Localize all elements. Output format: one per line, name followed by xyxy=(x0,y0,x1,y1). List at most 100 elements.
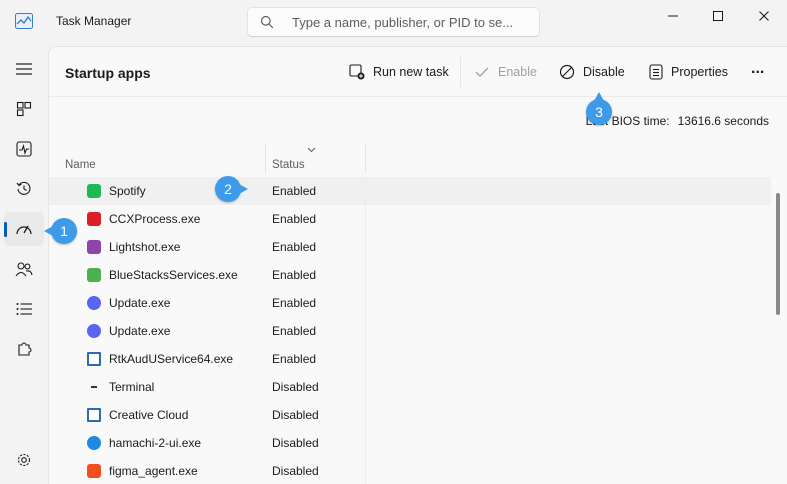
run-new-task-icon xyxy=(349,64,365,80)
services-puzzle-icon xyxy=(18,342,32,356)
nav-services[interactable] xyxy=(4,332,44,366)
properties-button[interactable]: Properties xyxy=(649,59,728,85)
app-name: Update.exe xyxy=(109,324,171,338)
column-header-name[interactable]: Name xyxy=(65,159,96,171)
table-row[interactable]: hamachi-2-ui.exe Disabled xyxy=(49,429,771,457)
nav-details[interactable] xyxy=(4,292,44,326)
more-options-icon: ... xyxy=(751,60,765,77)
row-column-divider xyxy=(365,429,366,457)
minimize-icon xyxy=(668,15,678,17)
search-icon xyxy=(260,15,274,29)
table-row[interactable]: Update.exe Enabled xyxy=(49,289,771,317)
window-title: Task Manager xyxy=(56,14,132,28)
checkmark-icon xyxy=(475,67,489,77)
app-status: Enabled xyxy=(272,324,317,338)
app-name: Update.exe xyxy=(109,296,171,310)
app-status: Enabled xyxy=(272,212,317,226)
users-icon xyxy=(15,262,33,277)
run-new-task-button[interactable]: Run new task xyxy=(349,59,449,85)
column-divider[interactable] xyxy=(265,143,266,173)
performance-icon xyxy=(16,141,32,157)
more-options-button[interactable]: ... xyxy=(751,56,764,82)
spotify-icon xyxy=(87,184,101,198)
app-status: Enabled xyxy=(272,184,317,198)
maximize-icon xyxy=(713,11,723,21)
app-name: figma_agent.exe xyxy=(109,464,198,478)
window-app-icon xyxy=(87,352,101,366)
disable-label: Disable xyxy=(583,65,625,79)
properties-icon xyxy=(649,64,663,80)
enable-button[interactable]: Enable xyxy=(474,59,537,85)
disable-circle-slash-icon xyxy=(559,64,575,80)
app-name: RtkAudUService64.exe xyxy=(109,352,234,366)
disable-button[interactable]: Disable xyxy=(559,59,625,85)
navigation-pane xyxy=(0,46,48,484)
nav-startup-apps[interactable] xyxy=(4,212,44,246)
app-status: Disabled xyxy=(272,464,319,478)
main-content: Startup apps Run new task Enable Disable… xyxy=(48,46,787,484)
app-name: Terminal xyxy=(109,380,155,394)
close-icon xyxy=(759,11,769,21)
table-row[interactable]: figma_agent.exe Disabled xyxy=(49,457,771,484)
nav-processes[interactable] xyxy=(4,92,44,126)
row-column-divider xyxy=(365,205,366,233)
bios-time-value: 13616.6 seconds xyxy=(677,114,769,128)
table-row[interactable]: CCXProcess.exe Enabled xyxy=(49,205,771,233)
app-name: Spotify xyxy=(109,184,146,198)
app-status: Enabled xyxy=(272,296,317,310)
lightshot-feather-icon xyxy=(87,240,101,254)
search-box[interactable] xyxy=(247,7,540,37)
row-column-divider xyxy=(365,289,366,317)
startup-gauge-icon xyxy=(16,225,32,235)
column-header-status[interactable]: Status xyxy=(272,159,305,171)
details-list-icon xyxy=(16,303,32,315)
settings-gear-icon xyxy=(17,453,31,467)
row-column-divider xyxy=(365,345,366,373)
row-column-divider xyxy=(365,401,366,429)
terminal-icon xyxy=(91,380,97,388)
column-divider[interactable] xyxy=(365,143,366,173)
app-status: Disabled xyxy=(272,436,319,450)
enable-label: Enable xyxy=(498,65,537,79)
nav-settings[interactable] xyxy=(4,443,44,477)
maximize-button[interactable] xyxy=(695,0,741,32)
app-name: CCXProcess.exe xyxy=(109,212,201,226)
table-row[interactable]: Terminal Disabled xyxy=(49,373,771,401)
toolbar-separator xyxy=(460,57,461,87)
hamburger-icon xyxy=(16,63,32,75)
row-column-divider xyxy=(365,457,366,484)
app-status: Disabled xyxy=(272,408,319,422)
page-title: Startup apps xyxy=(65,65,151,81)
processes-grid-icon xyxy=(16,101,32,117)
row-column-divider xyxy=(365,261,366,289)
close-button[interactable] xyxy=(741,0,787,32)
run-new-task-label: Run new task xyxy=(373,65,449,79)
row-column-divider xyxy=(365,373,366,401)
nav-performance[interactable] xyxy=(4,132,44,166)
table-row[interactable]: RtkAudUService64.exe Enabled xyxy=(49,345,771,373)
title-bar: Task Manager xyxy=(0,0,787,46)
window-app-icon xyxy=(87,408,101,422)
search-input[interactable] xyxy=(292,14,532,31)
nav-users[interactable] xyxy=(4,252,44,286)
table-row[interactable]: BlueStacksServices.exe Enabled xyxy=(49,261,771,289)
table-row[interactable]: Creative Cloud Disabled xyxy=(49,401,771,429)
app-name: BlueStacksServices.exe xyxy=(109,268,238,282)
hamburger-menu-button[interactable] xyxy=(4,52,44,86)
table-body: Spotify Enabled CCXProcess.exe Enabled Light… xyxy=(49,177,771,484)
app-status: Enabled xyxy=(272,240,317,254)
properties-label: Properties xyxy=(671,65,728,79)
nav-app-history[interactable] xyxy=(4,172,44,206)
hamachi-icon xyxy=(87,436,101,450)
minimize-button[interactable] xyxy=(650,0,696,32)
discord-icon xyxy=(87,324,101,338)
vertical-scrollbar[interactable] xyxy=(776,193,780,315)
app-name: hamachi-2-ui.exe xyxy=(109,436,202,450)
table-row[interactable]: Spotify Enabled xyxy=(49,177,771,205)
app-name: Creative Cloud xyxy=(109,408,189,422)
app-name: Lightshot.exe xyxy=(109,240,181,254)
row-column-divider xyxy=(365,177,366,205)
table-row[interactable]: Update.exe Enabled xyxy=(49,317,771,345)
task-manager-icon xyxy=(15,13,33,29)
table-row[interactable]: Lightshot.exe Enabled xyxy=(49,233,771,261)
